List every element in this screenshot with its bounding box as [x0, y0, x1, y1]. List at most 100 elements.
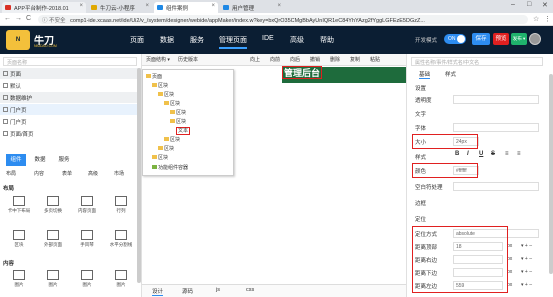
subtab-market[interactable]: 市场	[114, 170, 124, 177]
tree-node-selected[interactable]: 文本	[176, 127, 191, 135]
bold-icon[interactable]: B	[455, 151, 459, 157]
browser-tab-3[interactable]: 组件案例 ×	[154, 2, 218, 13]
tree-node[interactable]: 区块	[164, 100, 180, 107]
tab-basic[interactable]: 基础	[419, 70, 431, 79]
preview-button[interactable]: 预览	[493, 33, 509, 45]
bottom-stepper-icon[interactable]: ▾ + –	[521, 269, 532, 275]
move-forward-button[interactable]: 向前	[270, 56, 280, 63]
component-item[interactable]: 水平分割线	[104, 230, 138, 254]
close-icon[interactable]: ×	[211, 3, 215, 9]
italic-icon[interactable]: I	[467, 151, 469, 157]
property-search-input[interactable]: 属性名称/事件/样式名/中文名	[411, 57, 543, 66]
avatar[interactable]	[529, 33, 541, 45]
prop-label: 定位	[415, 217, 427, 223]
component-item[interactable]: 内容页面	[70, 196, 104, 220]
history-button[interactable]: 历史版本	[178, 56, 198, 63]
page-search-input[interactable]: 页面名称	[3, 57, 137, 66]
undo-button[interactable]: 撤销	[310, 56, 320, 63]
tree-node[interactable]: 区块	[152, 154, 168, 161]
tab-services[interactable]: 服务	[54, 154, 74, 166]
page-item[interactable]: 门户页	[0, 104, 141, 115]
tab-style[interactable]: 样式	[445, 70, 456, 78]
maximize-icon[interactable]: □	[527, 1, 531, 8]
component-item[interactable]: 外部页面	[36, 230, 70, 254]
page-structure-button[interactable]: 页面结构 ▾	[146, 56, 170, 63]
component-item[interactable]: 手风琴	[70, 230, 104, 254]
subtab-layout[interactable]: 布局	[6, 170, 16, 177]
save-button[interactable]: 保存	[472, 33, 490, 45]
tree-node[interactable]: 区块	[152, 82, 168, 89]
url-input[interactable]: ⓘ 不安全 comp1-ide.xcaas.net/ide/Ui2/v_/sys…	[38, 15, 528, 24]
tree-node[interactable]: 区块	[170, 118, 186, 125]
tab-js[interactable]: js	[216, 287, 220, 293]
page-item[interactable]: 页面/首页	[0, 128, 141, 139]
component-item[interactable]: 图片	[70, 270, 104, 294]
paste-button[interactable]: 粘贴	[370, 56, 380, 63]
page-item[interactable]: 门户页	[0, 116, 141, 127]
browser-tab-4[interactable]: 用户管理 ×	[220, 2, 284, 13]
left-stepper-icon[interactable]: ▾ + –	[521, 282, 532, 288]
tab-css[interactable]: css	[246, 287, 254, 293]
tree-node[interactable]: 区块	[158, 145, 174, 152]
star-icon[interactable]: ☆	[533, 15, 539, 23]
menu-data[interactable]: 数据	[160, 35, 174, 45]
component-item[interactable]: 图片	[104, 270, 138, 294]
publish-button[interactable]: 发布 ▾	[511, 33, 527, 45]
subtab-advanced[interactable]: 高级	[88, 170, 98, 177]
browser-tab-1[interactable]: APP平台制作-2018.01 ×	[2, 2, 86, 13]
component-item[interactable]: 图片	[36, 270, 70, 294]
menu-help[interactable]: 帮助	[320, 35, 334, 45]
tree-node[interactable]: 区块	[170, 109, 186, 116]
move-up-button[interactable]: 向上	[250, 56, 260, 63]
component-item[interactable]: 区块	[2, 230, 36, 254]
menu-services[interactable]: 服务	[190, 35, 204, 45]
dev-mode-toggle[interactable]: ON	[444, 34, 466, 44]
move-back-button[interactable]: 向后	[290, 56, 300, 63]
menu-advanced[interactable]: 高级	[290, 35, 304, 45]
page-group[interactable]: 数据维护	[0, 92, 141, 103]
right-stepper-icon[interactable]: ▾ + –	[521, 256, 532, 262]
page-title-text[interactable]: 管理后台	[282, 66, 323, 79]
copy-button[interactable]: 复制	[350, 56, 360, 63]
underline-icon[interactable]: U	[479, 151, 483, 157]
tree-node[interactable]: 功能组件容器	[152, 164, 188, 171]
subtab-form[interactable]: 表单	[62, 170, 72, 177]
font-family-select[interactable]	[453, 123, 539, 132]
tree-node[interactable]: 区块	[164, 136, 180, 143]
tab-data[interactable]: 数据	[30, 154, 50, 166]
close-window-icon[interactable]: ✕	[542, 1, 548, 9]
strikethrough-icon[interactable]: S	[491, 151, 495, 157]
menu-icon[interactable]: ⋮	[544, 15, 551, 23]
close-icon[interactable]: ×	[277, 3, 281, 9]
left-scrollbar[interactable]	[137, 68, 141, 283]
tab-source[interactable]: 源码	[182, 287, 193, 295]
component-item[interactable]: 多页切换	[36, 196, 70, 220]
component-item[interactable]: 图片	[2, 270, 36, 294]
right-scrollbar[interactable]	[549, 74, 553, 274]
subtab-content[interactable]: 内容	[34, 170, 44, 177]
tab-components[interactable]: 组件	[6, 154, 26, 166]
menu-ide[interactable]: IDE	[262, 35, 274, 42]
tree-node[interactable]: 页面	[146, 73, 162, 80]
whitespace-select[interactable]	[453, 182, 539, 191]
close-icon[interactable]: ×	[145, 3, 149, 9]
align-center-icon[interactable]: ≡	[517, 151, 521, 157]
opacity-input[interactable]	[453, 95, 539, 104]
menu-pages[interactable]: 页面	[130, 35, 144, 45]
page-group[interactable]: 页面	[0, 68, 141, 79]
minimize-icon[interactable]: –	[511, 1, 515, 8]
reload-icon[interactable]: C	[26, 15, 31, 22]
close-icon[interactable]: ×	[79, 3, 83, 9]
page-item[interactable]: 默认	[0, 80, 141, 91]
tab-design[interactable]: 设计	[152, 287, 164, 296]
forward-icon[interactable]: →	[15, 15, 22, 22]
component-item[interactable]: 行列	[104, 196, 138, 220]
top-stepper-icon[interactable]: ▾ + –	[521, 243, 532, 249]
browser-tab-2[interactable]: 牛刀云-小程序 ×	[88, 2, 152, 13]
component-item[interactable]: 卡中下布局	[2, 196, 36, 220]
back-icon[interactable]: ←	[4, 15, 11, 22]
tree-node[interactable]: 区块	[158, 91, 174, 98]
align-left-icon[interactable]: ≡	[505, 151, 509, 157]
menu-admin-pages[interactable]: 管理页面	[219, 35, 247, 49]
delete-button[interactable]: 删除	[330, 56, 340, 63]
